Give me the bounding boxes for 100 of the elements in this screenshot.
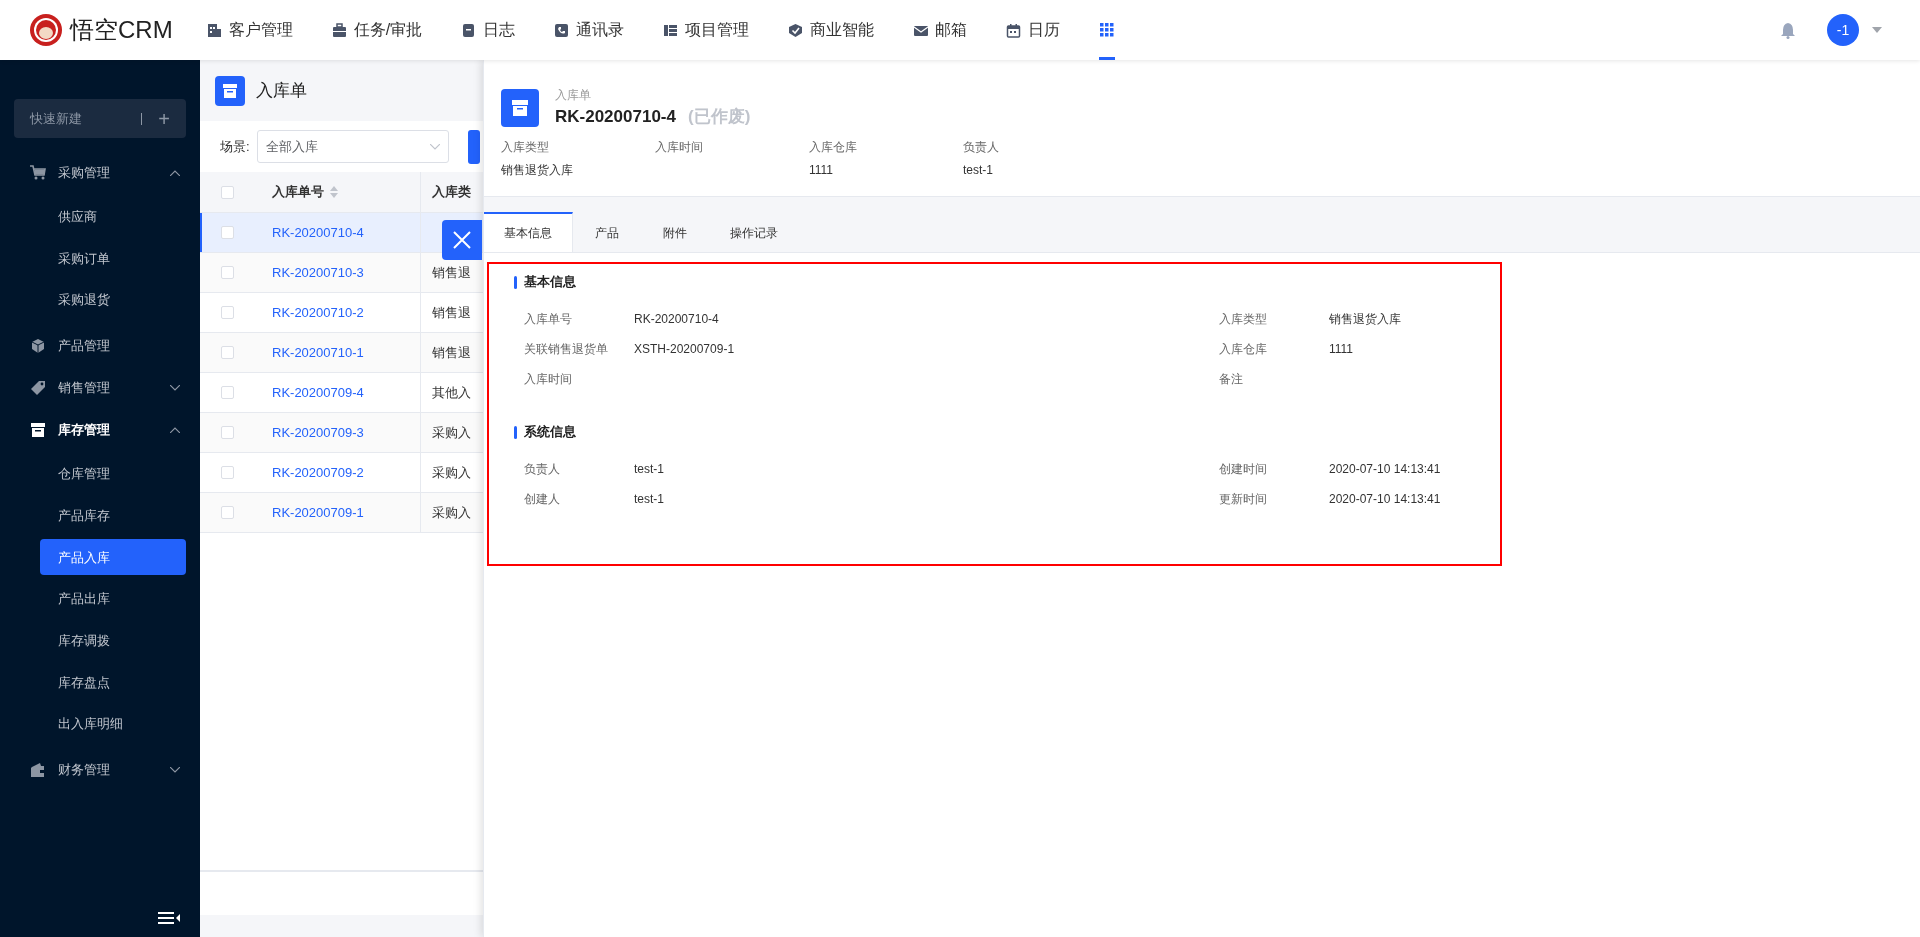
tab[interactable]: 产品	[573, 212, 641, 252]
field-value: test-1	[634, 461, 664, 478]
column-header: 入库单号	[272, 183, 324, 202]
briefcase-icon	[331, 22, 347, 38]
sidebar-item[interactable]: 产品出库	[40, 578, 186, 620]
summary-label: 负责人	[963, 138, 1000, 156]
tab[interactable]: 附件	[641, 212, 709, 252]
sidebar-group[interactable]: 库存管理	[0, 409, 200, 452]
record-link[interactable]: RK-20200709-4	[272, 382, 364, 403]
sidebar-group-label: 采购管理	[58, 164, 110, 183]
note-icon	[461, 22, 477, 38]
sidebar-item[interactable]: 库存盘点	[40, 661, 186, 704]
table-cell: 销售退	[432, 344, 471, 360]
checkbox[interactable]	[221, 185, 234, 199]
checkbox[interactable]	[221, 346, 234, 359]
grid-icon	[1099, 22, 1116, 38]
sidebar-item[interactable]: 库存调拨	[40, 619, 186, 662]
checkbox[interactable]	[221, 266, 234, 279]
field-label: 备注	[1219, 371, 1244, 388]
nav-tab[interactable]: 项目管理	[663, 0, 750, 60]
nav-tab[interactable]: 通讯录	[554, 0, 625, 60]
chevron-icon	[429, 143, 440, 150]
record-link[interactable]: RK-20200710-3	[272, 262, 364, 283]
archive-icon	[215, 75, 245, 106]
sidebar-item[interactable]: 仓库管理	[40, 453, 186, 495]
sidebar-group[interactable]: 财务管理	[0, 748, 200, 791]
bell-icon[interactable]	[1780, 21, 1796, 39]
record-link[interactable]: RK-20200710-4	[272, 222, 364, 243]
checkbox[interactable]	[221, 386, 234, 399]
tab[interactable]: 操作记录	[709, 212, 799, 252]
checkbox[interactable]	[221, 426, 234, 439]
plus-icon[interactable]: +	[158, 108, 170, 129]
sidebar-group[interactable]: 采购管理	[0, 152, 200, 194]
close-button[interactable]	[442, 220, 482, 260]
field-value: RK-20200710-4	[634, 311, 719, 328]
sidebar-group[interactable]: 销售管理	[0, 367, 200, 410]
nav-tab[interactable]: 日志	[461, 0, 516, 60]
field-label: 更新时间	[1219, 491, 1268, 508]
nav-tab[interactable]: 邮箱	[913, 0, 968, 60]
section-marker	[514, 275, 517, 289]
field-label: 入库单号	[524, 311, 573, 328]
scene-select[interactable]: 全部入库	[256, 130, 449, 163]
nav-tab[interactable]: 日历	[1006, 0, 1061, 60]
phone-book-icon	[554, 22, 570, 38]
record-title: RK-20200710-4	[555, 106, 676, 128]
table-cell: 销售退	[432, 304, 471, 320]
column-header: 入库类	[432, 184, 471, 200]
logo-icon	[30, 14, 62, 46]
calendar-icon	[1006, 22, 1022, 38]
record-link[interactable]: RK-20200709-1	[272, 502, 364, 523]
nav-tab[interactable]: 任务/审批	[331, 0, 423, 60]
record-link[interactable]: RK-20200709-3	[272, 422, 364, 443]
user-avatar[interactable]: -1	[1827, 14, 1859, 46]
section-marker	[514, 425, 517, 439]
table-cell: 其他入	[432, 384, 471, 400]
close-icon	[453, 231, 471, 249]
record-link[interactable]: RK-20200710-2	[272, 302, 364, 323]
building-icon	[206, 22, 222, 38]
sidebar-item[interactable]: 采购退货	[40, 279, 186, 322]
field-link[interactable]: XSTH-20200709-1	[634, 340, 735, 358]
chevron-icon	[170, 170, 180, 176]
table-cell: 采购入	[432, 424, 471, 440]
checkbox[interactable]	[221, 226, 234, 239]
cart-icon	[30, 165, 46, 181]
sidebar-item[interactable]: 采购订单	[40, 237, 186, 280]
wallet-icon	[30, 761, 46, 778]
table-cell: 采购入	[432, 504, 471, 520]
checkbox[interactable]	[221, 506, 234, 519]
field-label: 创建人	[524, 491, 561, 508]
collapse-menu-icon[interactable]	[158, 912, 180, 924]
quick-create-button[interactable]: 快速新建 +	[14, 99, 186, 138]
tab[interactable]: 基本信息	[484, 212, 573, 252]
caret-icon[interactable]	[1872, 27, 1882, 33]
chevron-icon	[170, 766, 180, 773]
sidebar-group[interactable]: 产品管理	[0, 325, 200, 368]
tag-icon	[30, 380, 46, 397]
archive-icon	[30, 422, 46, 439]
field-label: 负责人	[524, 461, 561, 478]
sort-icon[interactable]	[330, 186, 338, 198]
action-button[interactable]	[467, 129, 480, 164]
nav-tab[interactable]: 客户管理	[206, 0, 293, 60]
record-link[interactable]: RK-20200710-1	[272, 342, 364, 363]
record-link[interactable]: RK-20200709-2	[272, 462, 364, 483]
table-cell: 销售退	[432, 264, 471, 280]
field-value: 2020-07-10 14:13:41	[1329, 461, 1441, 478]
sidebar-group-label: 库存管理	[58, 421, 110, 440]
field-label: 入库类型	[1219, 311, 1268, 328]
sidebar-item[interactable]: 产品入库	[40, 539, 186, 576]
checkbox[interactable]	[221, 466, 234, 479]
sidebar-item[interactable]: 供应商	[40, 196, 186, 238]
nav-tab[interactable]: 商业智能	[788, 0, 875, 60]
sidebar-item[interactable]: 产品库存	[40, 494, 186, 537]
checkbox[interactable]	[221, 306, 234, 319]
summary-value: test-1	[963, 162, 993, 177]
archive-icon	[501, 88, 539, 127]
chevron-icon	[170, 427, 180, 434]
summary-label: 入库时间	[655, 138, 704, 156]
sidebar-group-label: 销售管理	[58, 379, 110, 398]
sidebar-item[interactable]: 出入库明细	[40, 703, 186, 745]
cube-icon	[30, 338, 46, 355]
